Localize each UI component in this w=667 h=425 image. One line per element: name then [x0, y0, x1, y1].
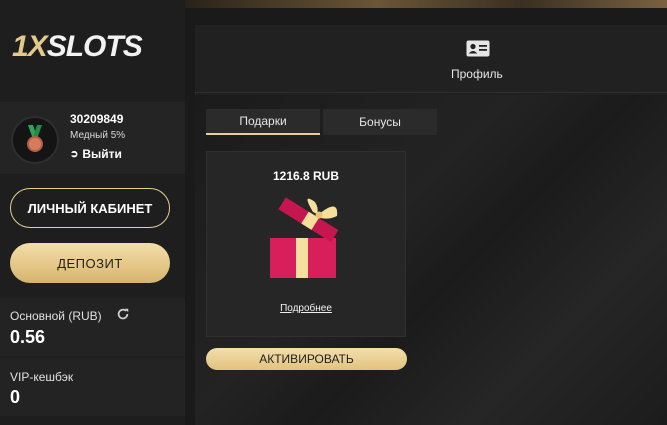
gift-tabs: Подарки Бонусы	[206, 109, 437, 135]
site-logo[interactable]: 1XSLOTS	[12, 30, 143, 64]
refresh-icon[interactable]	[116, 307, 130, 321]
vip-cashback-value: 0	[10, 387, 21, 407]
deposit-button[interactable]: ДЕПОЗИТ	[10, 243, 170, 283]
profile-header[interactable]	[195, 25, 667, 93]
gift-box-icon	[270, 197, 339, 278]
logo-prefix: 1X	[12, 30, 48, 63]
logout-icon: ➲	[70, 148, 79, 160]
logout-label: Выйти	[82, 147, 122, 161]
gift-amount: 1216.8 RUB	[272, 169, 340, 183]
balance-label: Основной (RUB)	[10, 309, 102, 323]
top-banner-strip	[185, 0, 667, 8]
user-id: 30209849	[70, 112, 124, 126]
logo-suffix: SLOTS	[46, 30, 143, 63]
logout-link[interactable]: ➲ Выйти	[70, 147, 122, 161]
medal-badge	[27, 136, 43, 152]
id-card-icon[interactable]	[466, 40, 490, 57]
vip-cashback-block	[0, 358, 185, 416]
profile-label[interactable]: Профиль	[451, 67, 503, 81]
more-details-link[interactable]: Подробнее	[206, 303, 406, 314]
activate-button[interactable]: АКТИВИРОВАТЬ	[206, 348, 407, 370]
vip-cashback-label: VIP-кешбэк	[10, 370, 74, 384]
tab-gifts[interactable]: Подарки	[206, 109, 320, 135]
tab-bonuses[interactable]: Бонусы	[323, 109, 437, 135]
user-level: Медный 5%	[70, 130, 126, 141]
personal-cabinet-button[interactable]: ЛИЧНЫЙ КАБИНЕТ	[10, 188, 170, 228]
balance-value: 0.56	[10, 327, 46, 347]
avatar	[11, 116, 59, 164]
